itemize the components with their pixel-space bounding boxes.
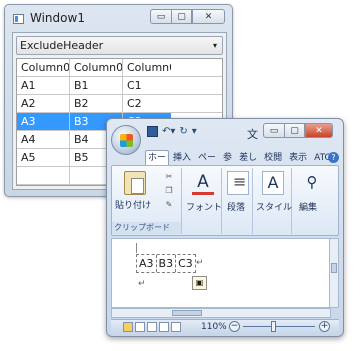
window1-title: Window1 <box>30 11 85 25</box>
vertical-scrollbar[interactable] <box>329 238 339 308</box>
paragraph-button[interactable]: 段落 <box>227 200 245 213</box>
editing-group: ⚲ 編集 <box>293 168 333 234</box>
close-button[interactable]: ✕ <box>192 9 225 24</box>
table-row[interactable]: A1 B1 C1 <box>17 77 222 95</box>
grid-cell[interactable]: B1 <box>70 77 123 94</box>
zoom-slider-track[interactable] <box>243 326 315 327</box>
font-icon[interactable]: A <box>192 171 214 195</box>
quick-access-toolbar: ↶▾ ↻ ▾ <box>147 126 197 137</box>
grid-cell[interactable]: B2 <box>70 95 123 112</box>
font-button[interactable]: フォント <box>186 200 222 213</box>
grid-cell[interactable]: A5 <box>17 149 70 166</box>
grid-cell-empty[interactable] <box>17 167 70 184</box>
save-icon[interactable] <box>147 126 158 137</box>
clipboard-group-label: クリップボード <box>112 222 181 234</box>
grid-cell[interactable]: A2 <box>17 95 70 112</box>
tab-review[interactable]: 校閲 <box>261 150 285 165</box>
column-header[interactable]: Column01 <box>17 59 70 76</box>
maximize-button[interactable]: ▢ <box>284 123 305 138</box>
paragraph-mark: ↵ <box>138 279 146 289</box>
document-area[interactable]: A3 B3 C3 ↵ ↵ ▣ <box>111 238 331 308</box>
zoom-slider-thumb[interactable] <box>271 321 276 332</box>
scrollbar-thumb[interactable] <box>172 310 202 316</box>
minimize-button[interactable]: ▭ <box>263 123 284 138</box>
maximize-button[interactable]: ▢ <box>171 9 192 24</box>
qat-dropdown-icon[interactable]: ▾ <box>192 126 197 137</box>
zoom-in-button[interactable]: + <box>319 321 330 332</box>
help-icon[interactable]: ? <box>328 152 339 163</box>
format-painter-icon[interactable]: ✎ <box>164 200 174 209</box>
table-cell[interactable]: A3 <box>137 255 157 272</box>
document-title: 文 <box>247 128 258 141</box>
window1-titlebar[interactable]: Window1 ▭ ▢ ✕ <box>5 5 232 31</box>
redo-icon[interactable]: ↻ <box>179 126 187 137</box>
grid-header-row: Column01 Column02 Column03 <box>17 59 222 77</box>
zoom-level[interactable]: 110% <box>201 322 227 332</box>
grid-cell[interactable]: A1 <box>17 77 70 94</box>
window-app-icon <box>13 14 24 24</box>
scrollbar-thumb[interactable] <box>331 263 337 273</box>
font-group: A フォント <box>184 168 222 234</box>
undo-icon[interactable]: ↶▾ <box>162 126 175 137</box>
full-screen-view-icon[interactable] <box>135 322 145 332</box>
ribbon-tabs: ホー 挿入 ペー 参 差し 校閲 表示 ATC <box>145 150 334 165</box>
column-header[interactable]: Column03 <box>123 59 171 76</box>
web-layout-view-icon[interactable] <box>147 322 157 332</box>
tab-home[interactable]: ホー <box>145 150 170 165</box>
grid-cell[interactable]: C1 <box>123 77 171 94</box>
close-button[interactable]: ✕ <box>305 123 333 138</box>
office-logo-icon <box>120 134 133 147</box>
grid-cell[interactable]: A4 <box>17 131 70 148</box>
styles-group: A スタイル <box>254 168 292 234</box>
cut-icon[interactable]: ✂ <box>164 172 174 181</box>
horizontal-scrollbar[interactable] <box>111 308 331 318</box>
table-cell[interactable]: B3 <box>157 255 177 272</box>
grid-cell[interactable]: A3 <box>17 113 70 130</box>
copy-icon[interactable]: ❐ <box>164 186 174 195</box>
paste-button[interactable]: 貼り付け <box>115 198 151 211</box>
binoculars-icon[interactable]: ⚲ <box>301 171 323 195</box>
view-buttons <box>123 322 181 332</box>
clipboard-group: 貼り付け ✂ ❐ ✎ クリップボード <box>112 168 182 234</box>
zoom-out-button[interactable]: − <box>229 321 240 332</box>
word-caption-buttons: ▭ ▢ ✕ <box>263 123 333 138</box>
tab-mailings[interactable]: 差し <box>236 150 260 165</box>
minimize-button[interactable]: ▭ <box>150 9 171 24</box>
pasted-table[interactable]: A3 B3 C3 <box>136 254 196 273</box>
print-layout-view-icon[interactable] <box>123 322 133 332</box>
mode-combobox[interactable]: ExcludeHeader ▾ <box>16 36 223 55</box>
combo-value: ExcludeHeader <box>20 39 104 52</box>
paragraph-icon[interactable] <box>227 171 249 195</box>
chevron-down-icon[interactable]: ▾ <box>213 37 217 54</box>
column-header[interactable]: Column02 <box>70 59 123 76</box>
paragraph-group: 段落 <box>223 168 253 234</box>
status-bar: 110% − + <box>111 319 339 334</box>
tab-view[interactable]: 表示 <box>286 150 310 165</box>
ribbon: 貼り付け ✂ ❐ ✎ クリップボード A フォント 段落 A スタイル ⚲ 編集 <box>111 165 339 236</box>
paste-icon[interactable] <box>124 171 146 195</box>
table-row[interactable]: A2 B2 C2 <box>17 95 222 113</box>
outline-view-icon[interactable] <box>159 322 169 332</box>
tab-references[interactable]: 参 <box>220 150 235 165</box>
grid-cell[interactable]: C2 <box>123 95 171 112</box>
text-cursor <box>136 243 137 253</box>
tab-page-layout[interactable]: ペー <box>195 150 219 165</box>
window1-caption-buttons: ▭ ▢ ✕ <box>150 9 225 24</box>
end-of-row-mark: ↵ <box>196 258 204 268</box>
tab-insert[interactable]: 挿入 <box>170 150 194 165</box>
word-window: ↶▾ ↻ ▾ 文 ▭ ▢ ✕ ホー 挿入 ペー 参 差し 校閲 表示 ATC ?… <box>106 118 344 337</box>
table-cell[interactable]: C3 <box>176 255 195 272</box>
office-button[interactable] <box>111 125 141 155</box>
draft-view-icon[interactable] <box>171 322 181 332</box>
editing-button[interactable]: 編集 <box>299 200 317 213</box>
styles-button[interactable]: スタイル <box>256 200 292 213</box>
styles-icon[interactable]: A <box>262 171 284 195</box>
paste-options-icon[interactable]: ▣ <box>192 276 207 290</box>
